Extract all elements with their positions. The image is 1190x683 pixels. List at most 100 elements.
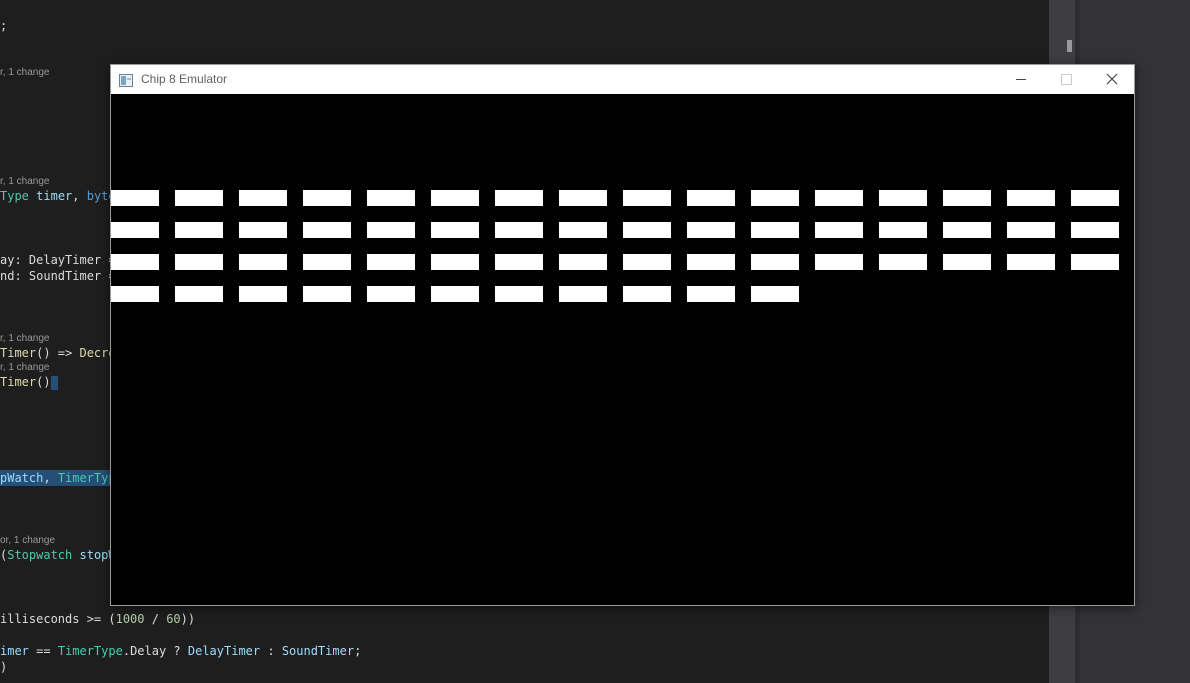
window-titlebar[interactable]: Chip 8 Emulator	[111, 65, 1134, 94]
display-pixel-block	[303, 254, 351, 270]
display-pixel-block	[111, 286, 159, 302]
code-token: Timer	[0, 375, 37, 389]
display-pixel-block	[815, 222, 863, 238]
code-token: DelayTimer	[187, 644, 261, 658]
codelens-changes[interactable]: or, 1 change	[0, 535, 55, 547]
code-token: SoundTimer	[281, 644, 355, 658]
display-pixel-block	[687, 222, 735, 238]
codelens-changes[interactable]: r, 1 change	[0, 362, 49, 374]
code-token: illiseconds >= (	[0, 612, 116, 626]
display-pixel-block	[687, 190, 735, 206]
code-line: Timer() => Decre	[0, 345, 116, 361]
display-pixel-block	[751, 286, 799, 302]
code-token: Type	[0, 189, 29, 203]
display-pixel-block	[303, 190, 351, 206]
display-pixel-block	[367, 286, 415, 302]
code-token: timer	[36, 189, 73, 203]
display-pixel-block	[495, 254, 543, 270]
codelens-changes[interactable]: r, 1 change	[0, 176, 49, 188]
display-pixel-block	[623, 190, 671, 206]
code-token: ))	[180, 612, 196, 626]
display-pixel-block	[879, 190, 927, 206]
display-pixel-block	[623, 254, 671, 270]
display-pixel-block	[431, 254, 479, 270]
code-token: () =>	[36, 346, 80, 360]
code-token: ;	[354, 644, 362, 658]
display-pixel-block	[623, 286, 671, 302]
display-pixel-block	[303, 222, 351, 238]
display-pixel-block	[687, 286, 735, 302]
display-surface	[111, 190, 1119, 302]
display-pixel-block	[175, 254, 223, 270]
display-pixel-block	[175, 222, 223, 238]
display-pixel-block	[687, 254, 735, 270]
display-pixel-block	[1007, 222, 1055, 238]
display-pixel-block	[111, 222, 159, 238]
display-pixel-block	[175, 190, 223, 206]
display-pixel-block	[879, 254, 927, 270]
maximize-button[interactable]	[1043, 65, 1089, 94]
codelens-changes[interactable]: r, 1 change	[0, 333, 49, 345]
display-pixel-block	[1007, 254, 1055, 270]
display-pixel-block	[815, 190, 863, 206]
code-line: (Stopwatch stopW	[0, 547, 116, 563]
display-pixel-block	[431, 190, 479, 206]
display-pixel-block	[559, 254, 607, 270]
display-pixel-block	[879, 222, 927, 238]
display-pixel-block	[111, 254, 159, 270]
code-token: ==	[28, 644, 58, 658]
display-pixel-block	[431, 222, 479, 238]
display-pixel-block	[1071, 254, 1119, 270]
code-token: imer	[0, 644, 29, 658]
display-pixel-block	[1007, 190, 1055, 206]
display-pixel-block	[303, 286, 351, 302]
code-token: 60	[166, 612, 181, 626]
display-pixel-block	[623, 222, 671, 238]
display-pixel-block	[815, 254, 863, 270]
code-token: TimerType	[57, 644, 123, 658]
minimize-button[interactable]	[998, 65, 1044, 94]
display-pixel-block	[943, 254, 991, 270]
display-pixel-block	[559, 190, 607, 206]
code-token: Timer	[0, 346, 37, 360]
window-title: Chip 8 Emulator	[141, 72, 228, 86]
code-line: illiseconds >= (1000 / 60))	[0, 611, 195, 627]
code-token: ,	[72, 189, 87, 203]
display-pixel-block	[559, 286, 607, 302]
code-line: imer == TimerType.Delay ? DelayTimer : S…	[0, 643, 361, 659]
code-token: :	[260, 644, 282, 658]
display-pixel-block	[559, 222, 607, 238]
close-button[interactable]	[1089, 65, 1135, 94]
display-pixel-block	[495, 190, 543, 206]
code-token: /	[144, 612, 167, 626]
display-pixel-block	[751, 190, 799, 206]
emulator-display	[111, 94, 1134, 605]
minimize-icon	[1016, 79, 1026, 80]
code-token: 1000	[115, 612, 145, 626]
code-line: nd: SoundTimer =	[0, 269, 116, 283]
emulator-window[interactable]: Chip 8 Emulator	[110, 64, 1135, 606]
display-pixel-block	[111, 190, 159, 206]
display-pixel-block	[431, 286, 479, 302]
display-pixel-block	[367, 222, 415, 238]
scrollbar-thumb[interactable]	[1067, 40, 1072, 52]
selected-code-line: pWatch, TimerTyp	[0, 470, 116, 486]
code-token: pWatch	[0, 471, 44, 485]
display-pixel-block	[495, 286, 543, 302]
display-pixel-block	[943, 222, 991, 238]
code-token: Stopwatch	[7, 548, 73, 562]
display-pixel-block	[367, 254, 415, 270]
code-token: ()	[36, 375, 51, 389]
display-pixel-block	[495, 222, 543, 238]
display-pixel-block	[1071, 190, 1119, 206]
display-pixel-block	[367, 190, 415, 206]
codelens-changes[interactable]: r, 1 change	[0, 67, 49, 79]
text-caret	[50, 375, 58, 390]
close-icon	[1106, 73, 1118, 85]
display-pixel-block	[1071, 222, 1119, 238]
display-pixel-block	[943, 190, 991, 206]
display-pixel-block	[239, 222, 287, 238]
display-pixel-block	[175, 286, 223, 302]
code-line: ay: DelayTimer =	[0, 253, 116, 267]
code-line: Type timer, byte	[0, 188, 116, 204]
